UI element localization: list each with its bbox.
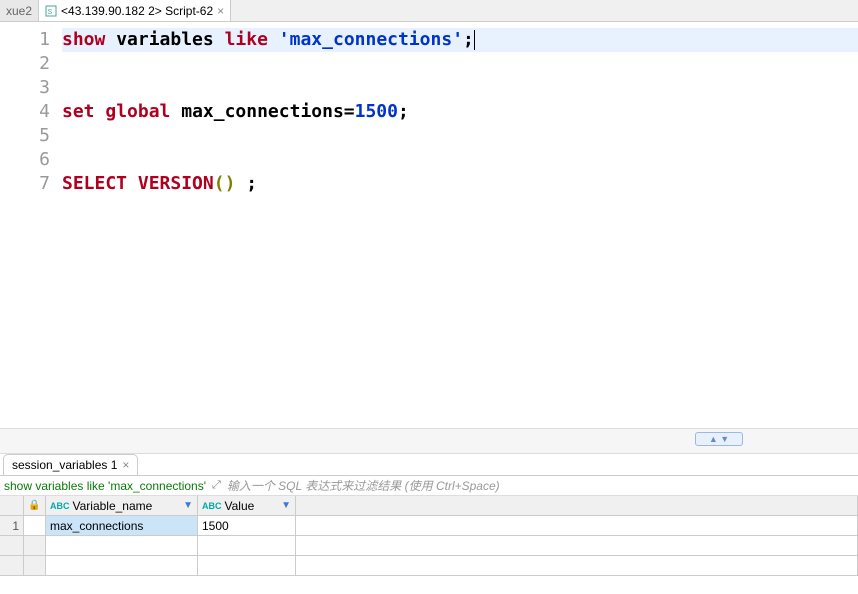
code-token: (): [214, 173, 236, 194]
close-icon[interactable]: ×: [217, 5, 224, 17]
pin-cell[interactable]: [24, 516, 46, 536]
sql-editor: 1234567 show variables like 'max_connect…: [0, 22, 858, 428]
code-line[interactable]: set global max_connections=1500;: [62, 100, 858, 124]
result-tabs-bar: session_variables 1 ×: [0, 454, 858, 476]
code-token: [105, 29, 116, 50]
code-token: ;: [398, 101, 409, 122]
line-number: 7: [0, 172, 50, 196]
cell-value[interactable]: 1500: [198, 516, 296, 536]
result-tab-label: session_variables 1: [12, 458, 117, 472]
line-number: 4: [0, 100, 50, 124]
line-number: 1: [0, 28, 50, 52]
tab-label: xue2: [6, 4, 32, 18]
tab-label: <43.139.90.182 2> Script-62: [61, 4, 213, 18]
filter-input[interactable]: 输入一个 SQL 表达式来过滤结果 (使用 Ctrl+Space): [227, 477, 500, 494]
empty-cell: [24, 536, 46, 556]
svg-text:S: S: [48, 9, 53, 16]
code-token: 1500: [355, 101, 398, 122]
code-line[interactable]: [62, 52, 858, 76]
close-icon[interactable]: ×: [122, 459, 129, 471]
empty-cell: [46, 536, 198, 556]
row-number-header[interactable]: [0, 496, 24, 516]
line-number-gutter: 1234567: [0, 22, 62, 428]
editor-tabs-bar: xue2 S <43.139.90.182 2> Script-62 ×: [0, 0, 858, 22]
row-number-cell[interactable]: 1: [0, 516, 24, 536]
code-line[interactable]: [62, 124, 858, 148]
line-number: 5: [0, 124, 50, 148]
executed-sql-text: show variables like 'max_connections': [4, 479, 206, 493]
code-token: SELECT: [62, 173, 127, 194]
empty-cell: [296, 556, 858, 576]
empty-cell: [198, 556, 296, 576]
result-tab[interactable]: session_variables 1 ×: [3, 454, 138, 475]
column-header-variable-name[interactable]: ABC Variable_name ▼: [46, 496, 198, 516]
code-token: ;: [463, 29, 474, 50]
result-info-bar: show variables like 'max_connections' ⤢ …: [0, 476, 858, 496]
empty-cell: [24, 556, 46, 576]
sort-arrow-icon[interactable]: ▼: [281, 500, 291, 511]
column-header-value[interactable]: ABC Value ▼: [198, 496, 296, 516]
code-token: [127, 173, 138, 194]
empty-cell: [296, 536, 858, 556]
panel-divider[interactable]: ▲ ▼: [0, 428, 858, 454]
column-label: Variable_name: [73, 499, 153, 513]
text-type-icon: ABC: [202, 501, 222, 511]
code-token: variables: [116, 29, 214, 50]
column-label: Value: [225, 499, 255, 513]
text-cursor: [474, 30, 475, 50]
code-line[interactable]: [62, 148, 858, 172]
code-token: [235, 173, 246, 194]
line-number: 3: [0, 76, 50, 100]
table-row-empty: [0, 556, 858, 576]
lock-icon: 🔒: [28, 500, 40, 511]
code-line[interactable]: [62, 76, 858, 100]
expand-icon[interactable]: ⤢: [212, 479, 221, 492]
line-number: 6: [0, 148, 50, 172]
collapse-handle-icon[interactable]: ▲ ▼: [695, 432, 743, 446]
code-line[interactable]: SELECT VERSION() ;: [62, 172, 858, 196]
cell-empty: [296, 516, 858, 536]
code-token: ;: [246, 173, 257, 194]
code-token: [214, 29, 225, 50]
code-line[interactable]: show variables like 'max_connections';: [62, 28, 858, 52]
sort-arrow-icon[interactable]: ▼: [183, 500, 193, 511]
results-grid: 🔒 ABC Variable_name ▼ ABC Value ▼ 1 max_c…: [0, 496, 858, 576]
code-token: VERSION: [138, 173, 214, 194]
pin-column-header[interactable]: 🔒: [24, 496, 46, 516]
code-token: set: [62, 101, 95, 122]
code-token: [170, 101, 181, 122]
empty-cell: [198, 536, 296, 556]
editor-tab-inactive[interactable]: xue2: [0, 0, 39, 21]
text-type-icon: ABC: [50, 501, 70, 511]
code-token: show: [62, 29, 105, 50]
code-token: 'max_connections': [279, 29, 463, 50]
editor-tab-active[interactable]: S <43.139.90.182 2> Script-62 ×: [39, 0, 231, 21]
table-row-empty: [0, 536, 858, 556]
cell-variable-name[interactable]: max_connections: [46, 516, 198, 536]
code-token: max_connections=: [181, 101, 354, 122]
empty-cell: [0, 556, 24, 576]
table-row[interactable]: 1 max_connections1500: [0, 516, 858, 536]
code-token: [95, 101, 106, 122]
code-token: global: [105, 101, 170, 122]
column-header-empty: [296, 496, 858, 516]
empty-cell: [0, 536, 24, 556]
sql-file-icon: S: [45, 5, 57, 17]
empty-cell: [46, 556, 198, 576]
grid-header-row: 🔒 ABC Variable_name ▼ ABC Value ▼: [0, 496, 858, 516]
grid-body: 1 max_connections1500: [0, 516, 858, 576]
code-token: [268, 29, 279, 50]
code-token: like: [225, 29, 268, 50]
line-number: 2: [0, 52, 50, 76]
code-area[interactable]: show variables like 'max_connections';se…: [62, 22, 858, 428]
